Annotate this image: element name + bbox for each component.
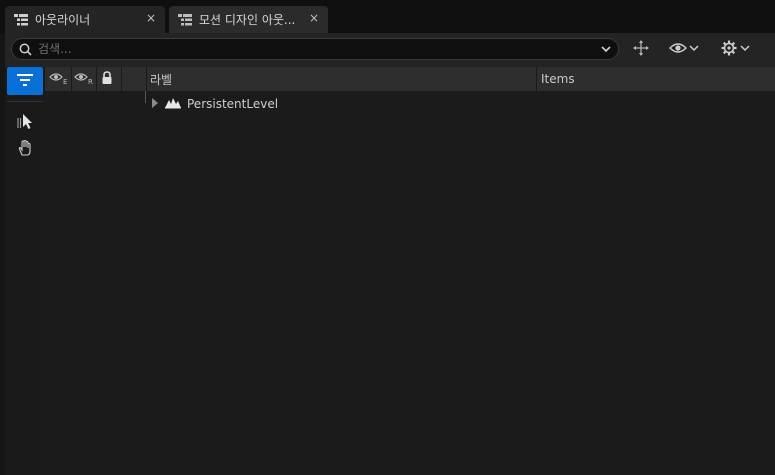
search-input[interactable] <box>38 41 578 57</box>
column-divider <box>146 67 147 91</box>
visibility-options-button[interactable] <box>669 40 699 58</box>
column-items[interactable]: Items <box>541 67 575 91</box>
hand-icon <box>16 139 34 160</box>
tab-label: 아웃라이너 <box>35 13 91 27</box>
level-icon <box>165 97 181 112</box>
tab-motion-design-outliner[interactable]: 모션 디자인 아웃... × <box>169 6 328 33</box>
column-label[interactable]: 라벨 <box>150 67 172 91</box>
expand-arrow-icon[interactable] <box>151 97 159 111</box>
chevron-down-icon[interactable] <box>600 43 612 58</box>
column-header: E R 라벨 Items <box>45 67 775 92</box>
outliner-tree: PersistentLevel <box>45 91 775 475</box>
gear-icon <box>721 40 737 59</box>
eye-icon <box>669 42 687 57</box>
search-icon <box>19 43 32 59</box>
column-divider <box>71 67 72 91</box>
lock-icon <box>101 70 113 88</box>
move-pivot-button[interactable] <box>632 39 650 60</box>
tab-outliner[interactable]: 아웃라이너 × <box>5 6 165 33</box>
settings-button[interactable] <box>721 40 750 58</box>
select-mode-button[interactable] <box>15 113 35 133</box>
column-visibility-editor[interactable]: E <box>49 67 69 91</box>
column-divider <box>536 67 537 91</box>
column-lock[interactable] <box>101 67 113 91</box>
strip-divider <box>7 101 43 102</box>
column-items-text: Items <box>541 72 575 86</box>
eye-editor-icon: E <box>49 71 69 88</box>
column-label-text: 라벨 <box>150 72 173 87</box>
close-icon[interactable]: × <box>308 12 320 24</box>
outliner-panel: E R 라벨 <box>5 33 775 475</box>
search-box[interactable] <box>11 38 619 60</box>
column-divider <box>96 67 97 91</box>
tab-label: 모션 디자인 아웃... <box>199 13 296 27</box>
chevron-down-icon <box>740 42 750 56</box>
svg-text:R: R <box>88 78 93 85</box>
cursor-select-icon <box>16 113 34 134</box>
tree-row[interactable]: PersistentLevel <box>145 94 278 114</box>
pan-mode-button[interactable] <box>15 139 35 159</box>
svg-text:E: E <box>63 78 67 85</box>
column-divider <box>121 67 122 91</box>
move-arrows-icon <box>632 39 650 60</box>
tree-item-label: PersistentLevel <box>187 97 279 111</box>
column-visibility-runtime[interactable]: R <box>74 67 94 91</box>
tab-bar: 아웃라이너 × 모션 디자인 아웃... × <box>0 0 775 34</box>
filter-icon <box>17 73 33 89</box>
outliner-list-icon <box>13 12 29 28</box>
filter-button[interactable] <box>7 67 43 95</box>
toolbar <box>5 33 775 63</box>
close-icon[interactable]: × <box>145 12 157 24</box>
mode-strip <box>5 67 45 475</box>
chevron-down-icon <box>689 42 699 56</box>
eye-runtime-icon: R <box>74 71 94 88</box>
outliner-list-icon <box>177 12 193 28</box>
